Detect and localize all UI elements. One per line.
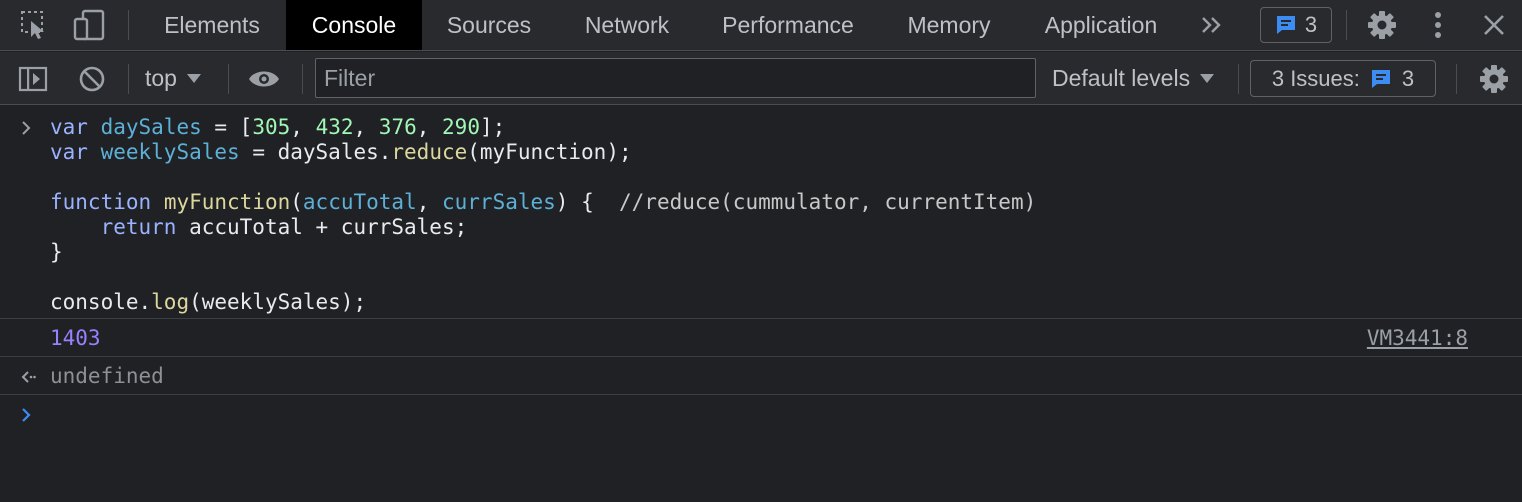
issues-badge-count: 3 xyxy=(1304,12,1318,37)
message-icon xyxy=(1371,69,1390,88)
tab-performance[interactable]: Performance xyxy=(700,0,876,50)
tab-console[interactable]: Console xyxy=(286,0,422,50)
console-settings-icon[interactable] xyxy=(1476,52,1512,105)
inspect-element-icon[interactable] xyxy=(18,0,52,50)
toolbar-divider xyxy=(1346,10,1347,40)
kebab-menu-icon[interactable] xyxy=(1426,0,1450,50)
close-icon[interactable] xyxy=(1478,0,1510,50)
toolbar-divider xyxy=(128,10,129,40)
issues-count: 3 xyxy=(1401,65,1415,91)
issues-badge-button[interactable]: 3 xyxy=(1260,7,1332,43)
settings-icon[interactable] xyxy=(1364,0,1400,50)
toolbar-divider xyxy=(228,64,229,94)
log-output-value: 1403 xyxy=(50,326,101,350)
tab-sources[interactable]: Sources xyxy=(424,0,554,50)
console-toolbar: top Default levels 3 Issues: 3 xyxy=(0,52,1522,105)
console-output[interactable]: var daySales = [305, 432, 376, 290]; var… xyxy=(0,106,1522,502)
tab-elements[interactable]: Elements xyxy=(142,0,282,50)
tab-network[interactable]: Network xyxy=(558,0,696,50)
log-source-link[interactable]: VM3441:8 xyxy=(1367,326,1468,351)
clear-console-icon[interactable] xyxy=(76,52,108,105)
chevron-down-icon xyxy=(186,73,201,83)
toolbar-divider xyxy=(1456,64,1457,94)
device-toolbar-icon[interactable] xyxy=(72,0,106,50)
return-value: undefined xyxy=(50,364,164,388)
input-prompt-chevron-icon xyxy=(20,115,38,140)
tab-memory[interactable]: Memory xyxy=(884,0,1014,50)
code-line: } xyxy=(50,240,63,264)
toolbar-divider xyxy=(1238,64,1239,94)
code-line: var weeklySales = daySales.reduce(myFunc… xyxy=(50,140,632,164)
issues-button[interactable]: 3 Issues: 3 xyxy=(1250,60,1436,97)
entry-divider xyxy=(0,394,1522,395)
code-line: function myFunction(accuTotal, currSales… xyxy=(50,190,1037,214)
show-sidebar-icon[interactable] xyxy=(16,52,50,105)
return-arrow-icon xyxy=(20,364,38,389)
context-selector[interactable]: top xyxy=(145,52,201,105)
toolbar-divider xyxy=(302,64,303,94)
entry-divider xyxy=(0,356,1522,357)
issues-label: 3 Issues: xyxy=(1271,65,1360,91)
entry-divider xyxy=(0,318,1522,319)
live-expression-eye-icon[interactable] xyxy=(246,52,282,105)
message-icon xyxy=(1276,16,1295,34)
devtools-tab-bar: Elements Console Sources Network Perform… xyxy=(0,0,1522,51)
code-line: var daySales = [305, 432, 376, 290]; xyxy=(50,115,506,139)
log-levels-label: Default levels xyxy=(1052,65,1191,91)
chevron-down-icon xyxy=(1200,73,1215,83)
code-line: return accuTotal + currSales; xyxy=(100,215,468,239)
tab-application[interactable]: Application xyxy=(1022,0,1180,50)
filter-input[interactable] xyxy=(315,58,1036,98)
code-line: console.log(weeklySales); xyxy=(50,290,367,314)
context-label: top xyxy=(145,65,177,91)
more-tabs-icon[interactable] xyxy=(1196,0,1228,50)
console-prompt-chevron-icon[interactable] xyxy=(20,402,38,427)
log-levels-dropdown[interactable]: Default levels xyxy=(1052,52,1215,105)
toolbar-divider xyxy=(128,64,129,94)
